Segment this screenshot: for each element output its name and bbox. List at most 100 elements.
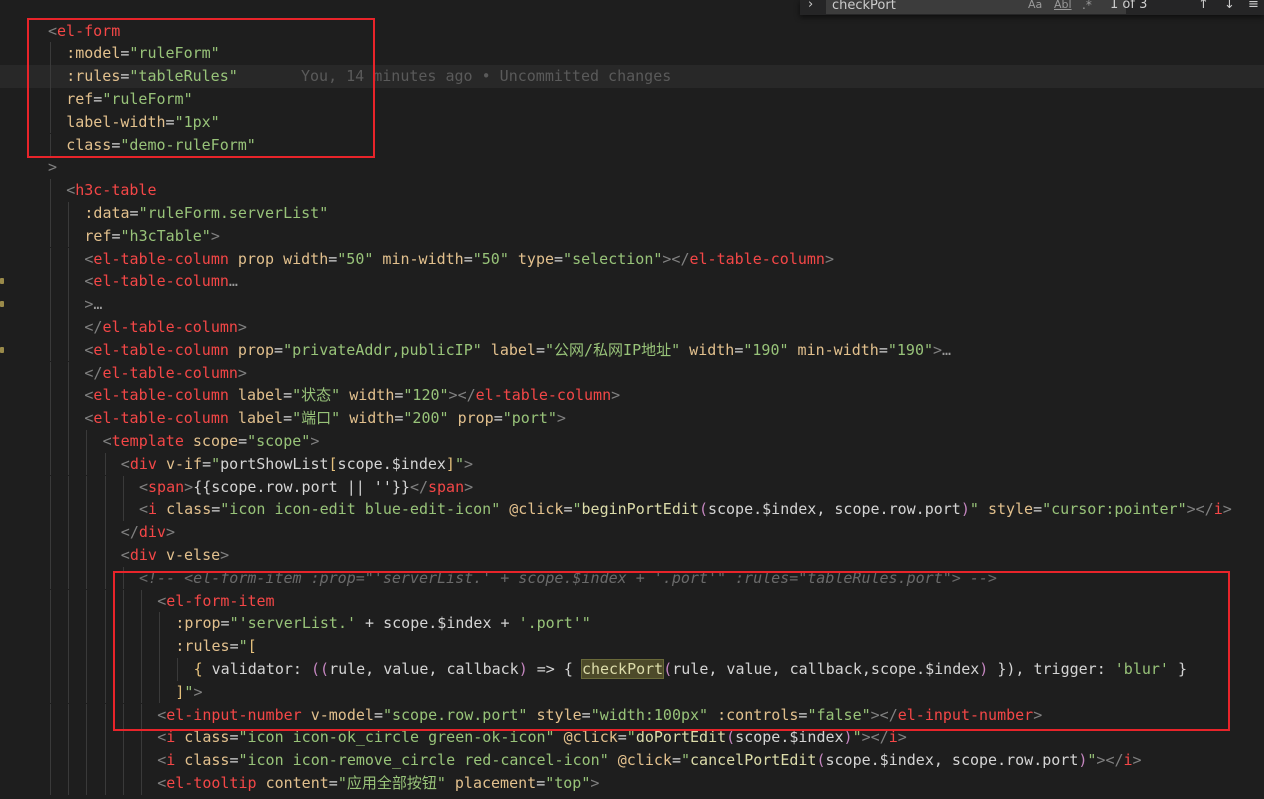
code-token: ] [445,454,455,473]
indent-guide [50,293,51,316]
find-result-count: 1 of 3 [1110,0,1148,12]
code-line[interactable]: <template scope="scope"> [0,429,1264,453]
indent-guide [50,87,51,111]
code-line[interactable]: <el-table-column… [0,270,1264,294]
code-token: label [237,386,284,405]
code-line[interactable]: <i class="icon icon-remove_circle red-ca… [0,749,1264,772]
code-token: ></ [448,386,476,405]
code-token: " [211,454,221,473]
folded-region-marker[interactable] [0,301,4,308]
code-line[interactable]: <i class="icon icon-edit blue-edit-icon"… [0,498,1264,522]
code-line[interactable]: :rules="[ [0,635,1264,658]
code-token: > [48,158,58,177]
code-line[interactable]: <el-input-number v-model="scope.row.port… [0,703,1264,727]
indent-guide [86,543,88,567]
code-text: </el-table-column> [84,316,247,339]
indent-guide [141,703,142,727]
code-token: el-table-column [93,249,229,268]
code-line[interactable]: <el-form [0,20,1264,43]
code-token: > [897,728,907,747]
folded-region-marker[interactable] [0,346,4,353]
indent-guide [141,657,142,681]
code-token: > [556,409,566,428]
code-line[interactable]: <el-table-column label="端口" width="200" … [0,407,1264,430]
indent-guide [86,612,88,636]
code-text: <template scope="scope"> [103,430,320,453]
find-input[interactable] [826,0,1126,14]
code-line[interactable]: <el-table-column prop="privateAddr,publi… [0,338,1264,362]
chevron-right-icon[interactable]: › [808,0,813,15]
arrow-up-icon[interactable]: ↑ [1198,0,1209,15]
whole-word-toggle[interactable]: Abl [1054,0,1072,15]
code-token: = [617,728,627,747]
arrow-down-icon[interactable]: ↓ [1224,0,1235,15]
regex-icon[interactable]: .* [1082,0,1092,15]
code-token: i [1123,751,1133,770]
code-line[interactable]: <el-table-column label="状态" width="120">… [0,384,1264,408]
code-token: > [1222,500,1232,519]
code-line[interactable]: :data="ruleForm.serverList" [0,201,1264,225]
code-line[interactable]: <h3c-table [0,179,1264,202]
code-token: 'blur' [1114,659,1169,678]
match-case-toggle[interactable]: Aa [1028,0,1042,15]
code-token: prop [457,409,494,428]
code-token: "port" [502,409,557,428]
code-token: v-else [165,545,221,564]
indent-guide [68,247,70,271]
indent-guide [122,589,124,613]
code-line[interactable]: <!-- <el-form-item :prop="'serverList.' … [0,566,1264,590]
indent-guide [68,429,70,453]
code-token: < [120,454,130,473]
code-line[interactable]: <el-tooltip content="应用全部按钮" placement="… [0,771,1264,795]
code-token: "ruleForm" [129,44,220,63]
code-line[interactable]: :rules="tableRules" You, 14 minutes ago •… [0,65,1264,88]
code-line[interactable]: </el-table-column> [0,315,1264,339]
indent-guide [50,612,51,636]
code-line[interactable]: <div v-else> [0,543,1264,567]
code-text: <el-table-column label="端口" width="200" … [84,407,566,430]
hamburger-icon[interactable]: ≡ [1248,0,1259,15]
indent-guide [68,612,70,636]
code-token: "h3cTable" [120,226,211,245]
code-line[interactable]: <el-table-column prop width="50" min-wid… [0,247,1264,271]
code-token: "tableRules" [129,67,238,86]
code-token: = [463,249,473,268]
code-token: el-input-number [897,705,1034,724]
code-token: "1px" [174,112,220,131]
code-line[interactable]: <span>{{scope.row.port || ''}}</span> [0,475,1264,499]
code-line[interactable]: >… [0,293,1264,316]
code-token: el-table-column [689,249,825,268]
code-line[interactable]: ref="ruleForm" [0,87,1264,111]
code-line[interactable]: <div v-if="portShowList[scope.$index]"> [0,452,1264,476]
indent-guide [141,749,142,772]
code-token: prop [237,249,275,268]
indent-guide [104,543,106,567]
code-token: i [888,728,898,747]
code-line[interactable]: label-width="1px" [0,110,1264,134]
indent-guide [122,771,124,795]
code-line[interactable]: </el-table-column> [0,361,1264,385]
code-line[interactable]: </div> [0,521,1264,544]
code-line[interactable]: ]"> [0,680,1264,704]
code-token: > [611,386,621,405]
code-line[interactable]: :prop="'serverList.' + scope.$index + '.… [0,612,1264,636]
code-line[interactable]: > [0,156,1264,179]
code-line[interactable]: class="demo-ruleForm" [0,133,1264,157]
indent-guide [86,475,88,499]
indent-guide [104,771,106,795]
code-line[interactable]: <i class="icon icon-ok_circle green-ok-i… [0,726,1264,750]
code-line[interactable]: { validator: ((rule, value, callback) =>… [0,657,1264,681]
code-line[interactable]: :model="ruleForm" [0,42,1264,66]
indent-guide [50,589,51,613]
code-line[interactable]: ref="h3cTable"> [0,224,1264,248]
folded-region-marker[interactable] [0,278,4,285]
code-editor[interactable]: <el-form:model="ruleForm":rules="tableRu… [0,0,1264,799]
code-line[interactable]: <el-form-item [0,589,1264,613]
code-token: = [129,203,139,222]
code-token: el-table-column [102,317,238,336]
indent-guide [50,452,51,476]
indent-guide [159,635,161,658]
